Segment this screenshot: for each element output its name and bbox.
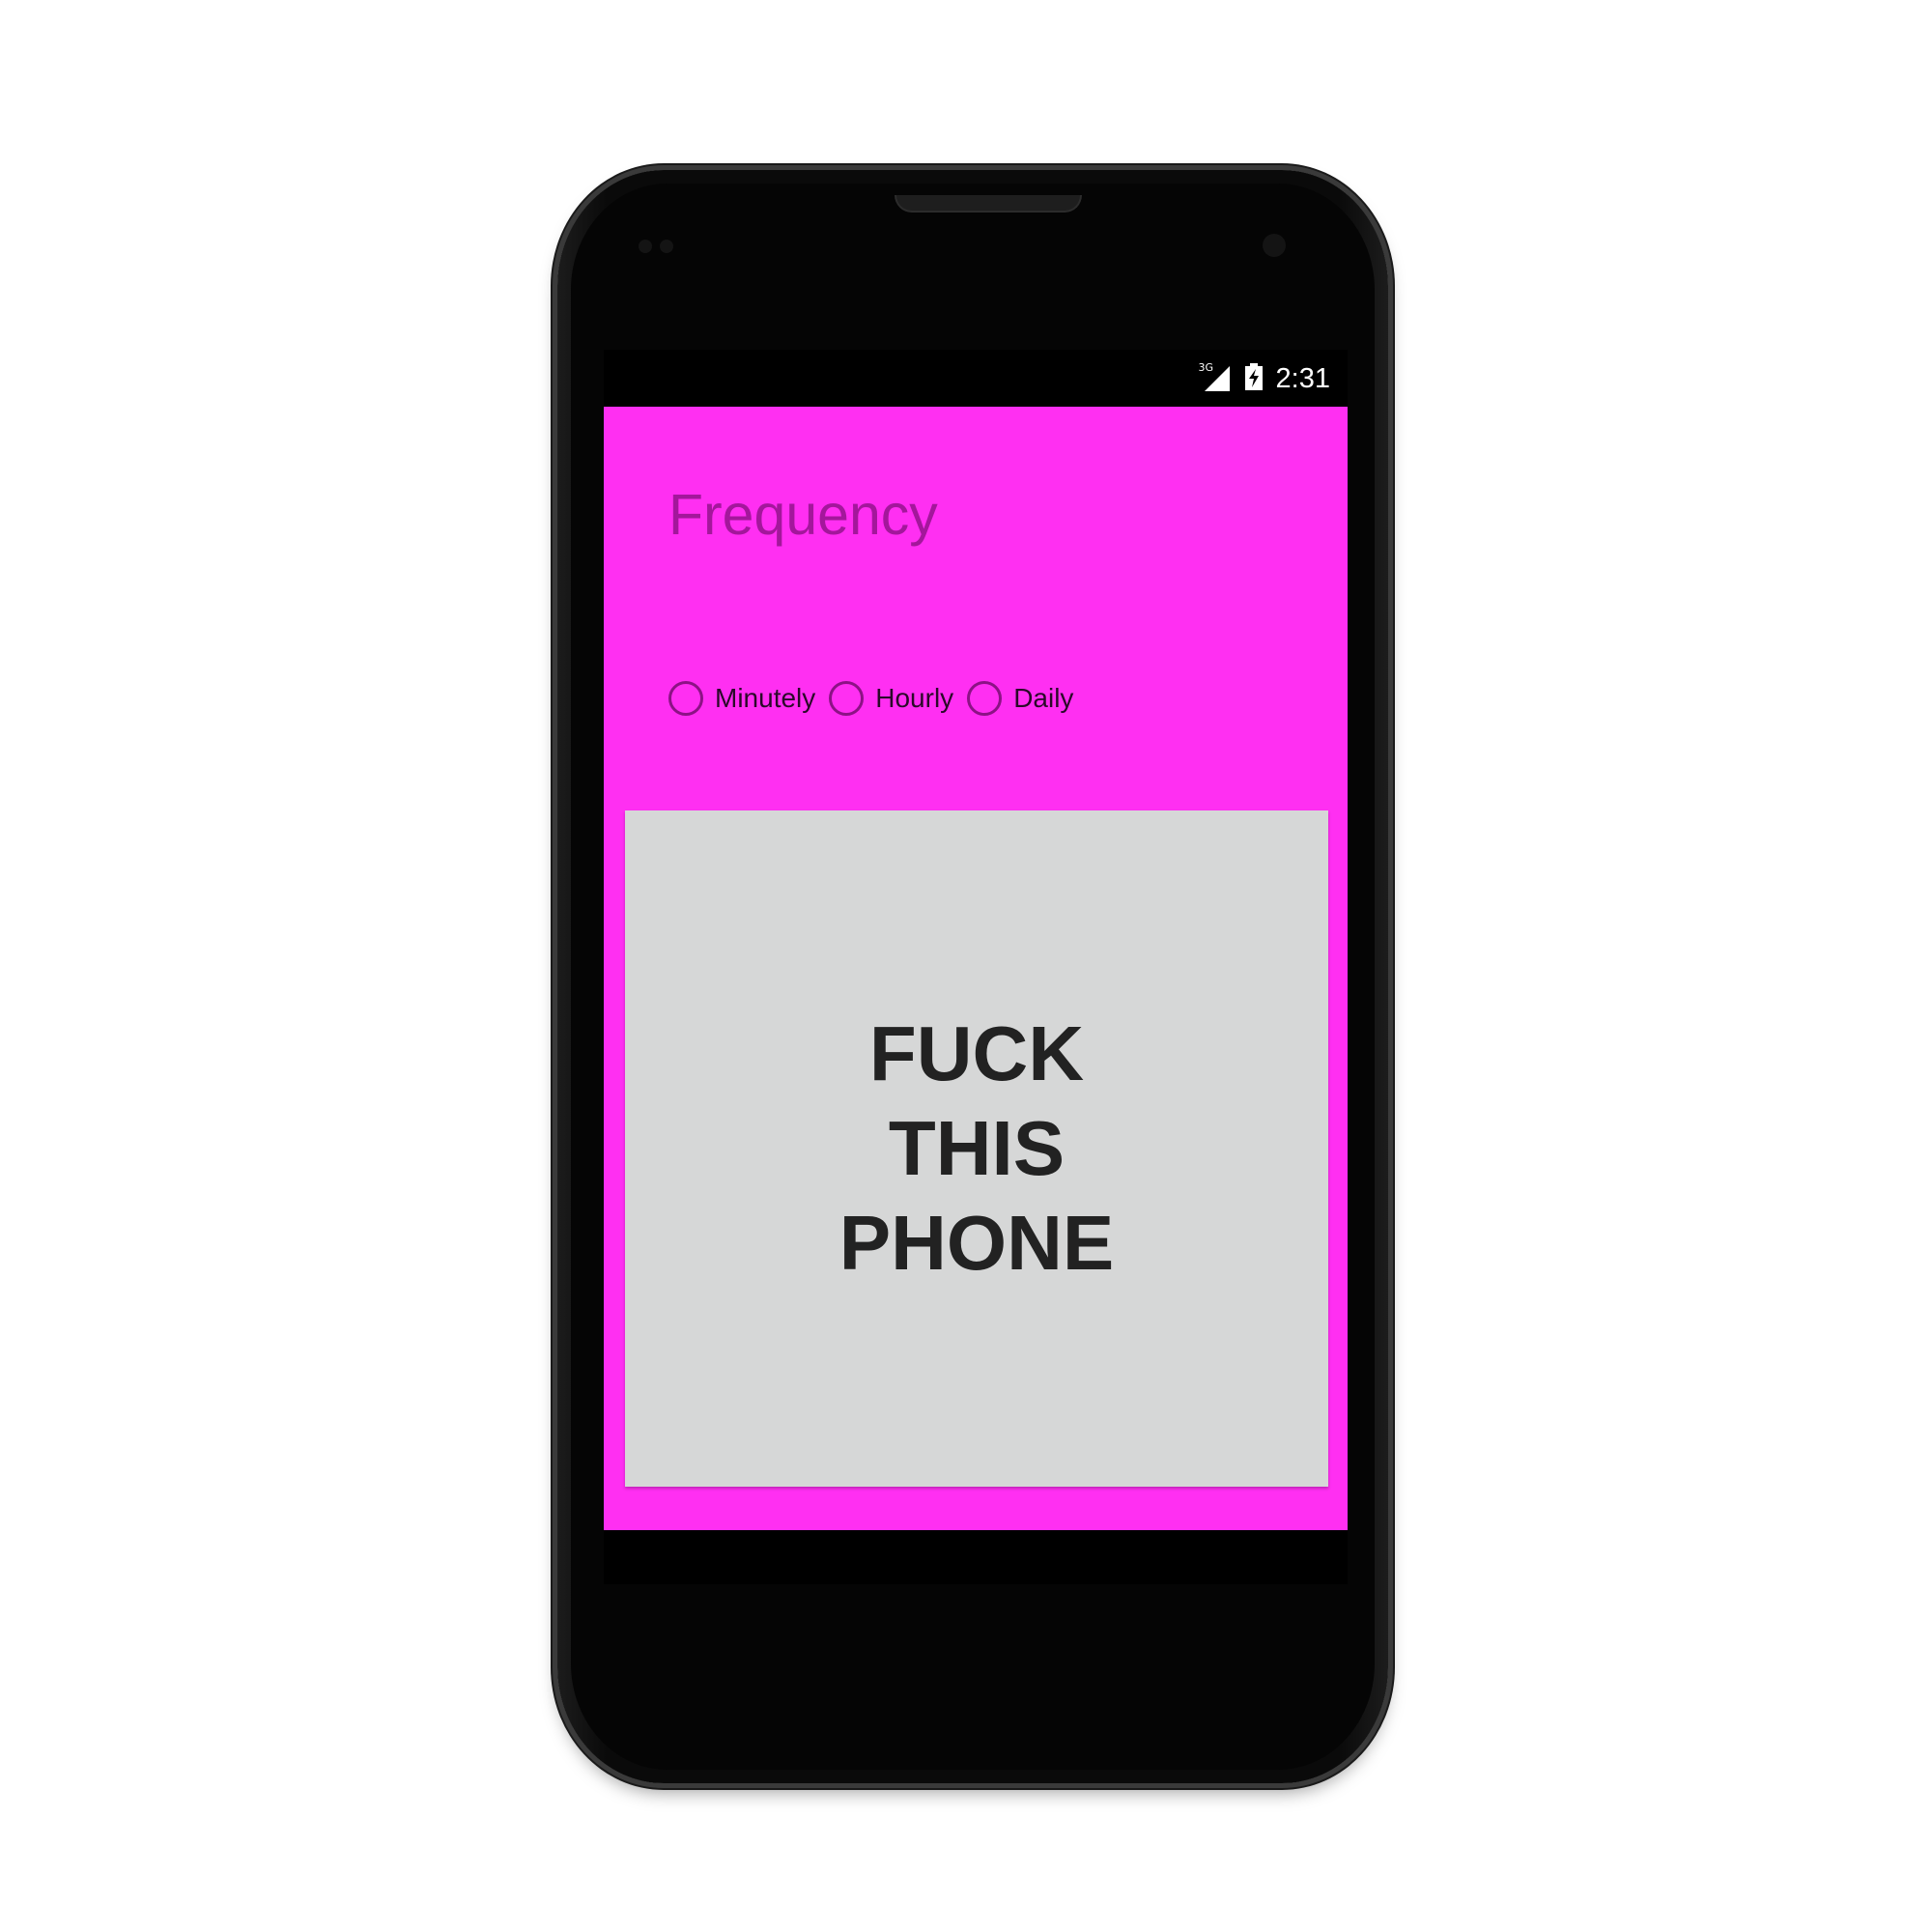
stage: 3G 2:31 Frequency Minutely Hourly Daily … [0, 0, 1932, 1932]
status-icons: 3G 2:31 [1198, 361, 1330, 396]
power-button[interactable] [1387, 444, 1394, 551]
network-type: 3G [1198, 361, 1214, 374]
status-time: 2:31 [1275, 362, 1330, 394]
radio-circle-icon[interactable] [967, 681, 1003, 716]
earpiece-speaker [895, 195, 1082, 213]
app-content: Frequency Minutely Hourly Daily FUCK THI… [604, 407, 1348, 1530]
radio-circle-icon[interactable] [829, 681, 865, 716]
frequency-radio-group: Minutely Hourly Daily [668, 677, 1087, 720]
radio-daily[interactable]: Daily [967, 681, 1073, 716]
phone-screen: 3G 2:31 Frequency Minutely Hourly Daily … [604, 350, 1348, 1584]
front-camera [1263, 234, 1286, 257]
radio-circle-icon[interactable] [668, 681, 703, 716]
light-sensor [660, 240, 673, 253]
message-card[interactable]: FUCK THIS PHONE [625, 810, 1328, 1487]
radio-label-hourly: Hourly [875, 683, 954, 713]
proximity-sensor [639, 240, 652, 253]
status-bar: 3G 2:31 [604, 350, 1348, 407]
radio-minutely[interactable]: Minutely [668, 681, 815, 716]
radio-hourly[interactable]: Hourly [829, 681, 953, 716]
page-title: Frequency [668, 483, 938, 547]
radio-label-minutely: Minutely [715, 683, 816, 713]
battery-charging-icon [1244, 363, 1263, 394]
signal-icon: 3G [1198, 361, 1232, 393]
card-message: FUCK THIS PHONE [838, 1010, 1115, 1286]
radio-label-daily: Daily [1013, 683, 1074, 713]
